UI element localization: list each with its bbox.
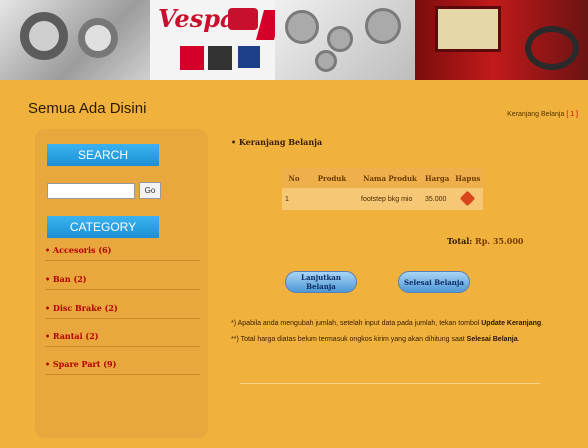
wheel-icon	[78, 18, 118, 58]
search-heading: SEARCH	[47, 144, 159, 166]
cart-section-title: • Keranjang Belanja	[231, 137, 323, 147]
table-row: 1 footstep bkg mio 35.000	[282, 188, 484, 210]
brand-logo	[180, 46, 204, 70]
cart-table: No Produk Nama Produk Harga Hapus 1 foot…	[282, 168, 484, 210]
cell-harga: 35.000	[422, 188, 453, 210]
delete-icon[interactable]	[460, 190, 476, 206]
note-end: .	[517, 336, 520, 343]
column-header-produk: Produk	[306, 168, 358, 188]
note-text: *) Apabila anda mengubah jumlah, setelah…	[231, 320, 482, 327]
table-header-row: No Produk Nama Produk Harga Hapus	[282, 168, 484, 188]
site-title: Semua Ada Disini	[28, 100, 147, 117]
search-input[interactable]	[47, 183, 135, 199]
banner-parts-image	[0, 0, 150, 80]
brand-logo	[238, 46, 260, 68]
brand-logo	[228, 8, 258, 30]
column-header-no: No	[282, 168, 306, 188]
note-bold: Update Keranjang	[481, 320, 542, 327]
note-update-cart: *) Apabila anda mengubah jumlah, setelah…	[231, 320, 543, 327]
divider	[240, 383, 540, 384]
note-text: **) Total harga diatas belum termasuk on…	[231, 336, 467, 343]
finish-shopping-button[interactable]: Selesai Belanja	[398, 271, 470, 293]
cart-link-label[interactable]: Keranjang Belanja	[507, 111, 564, 118]
note-shipping: **) Total harga diatas belum termasuk on…	[231, 336, 520, 343]
category-item-ban[interactable]: • Ban (2)	[45, 269, 200, 290]
column-header-hapus: Hapus	[452, 168, 484, 188]
vespa-logo: Vespa	[158, 4, 236, 33]
motorcycle-icon	[525, 26, 579, 70]
note-end: .	[541, 320, 544, 327]
cell-nama-produk: footstep bkg mio	[358, 188, 422, 210]
category-item-disc-brake[interactable]: • Disc Brake (2)	[45, 298, 200, 319]
total-line: Total: Rp. 35.000	[447, 236, 523, 246]
column-header-nama-produk: Nama Produk	[358, 168, 422, 188]
total-label: Total:	[447, 236, 473, 246]
go-button[interactable]: Go	[139, 182, 161, 199]
gear-part-icon	[365, 8, 401, 44]
brand-logo	[208, 46, 232, 70]
banner-spareparts-image	[275, 0, 415, 80]
total-value: Rp. 35.000	[475, 236, 524, 246]
header-banner: Vespa	[0, 0, 588, 80]
cell-produk	[306, 188, 358, 210]
column-header-harga: Harga	[422, 168, 453, 188]
cell-hapus	[452, 188, 484, 210]
cart-link[interactable]: Keranjang Belanja [ 1 ]	[507, 111, 578, 118]
cell-no: 1	[282, 188, 306, 210]
gear-part-icon	[315, 50, 337, 72]
wheel-icon	[20, 12, 68, 60]
category-item-spare-part[interactable]: • Spare Part (9)	[45, 354, 200, 375]
shop-window	[435, 6, 501, 52]
banner-brands-image: Vespa	[150, 0, 283, 80]
banner-shop-image	[415, 0, 588, 80]
category-item-accesoris[interactable]: • Accesoris (6)	[45, 240, 200, 261]
category-item-rantai[interactable]: • Rantai (2)	[45, 326, 200, 347]
cart-count[interactable]: [ 1 ]	[566, 111, 578, 118]
category-heading: CATEGORY	[47, 216, 159, 238]
continue-shopping-button[interactable]: Lanjutkan Belanja	[285, 271, 357, 293]
note-bold: Selesai Belanja	[466, 336, 518, 343]
gear-part-icon	[285, 10, 319, 44]
gear-part-icon	[327, 26, 353, 52]
sidebar: SEARCH Go CATEGORY • Accesoris (6) • Ban…	[35, 129, 208, 438]
